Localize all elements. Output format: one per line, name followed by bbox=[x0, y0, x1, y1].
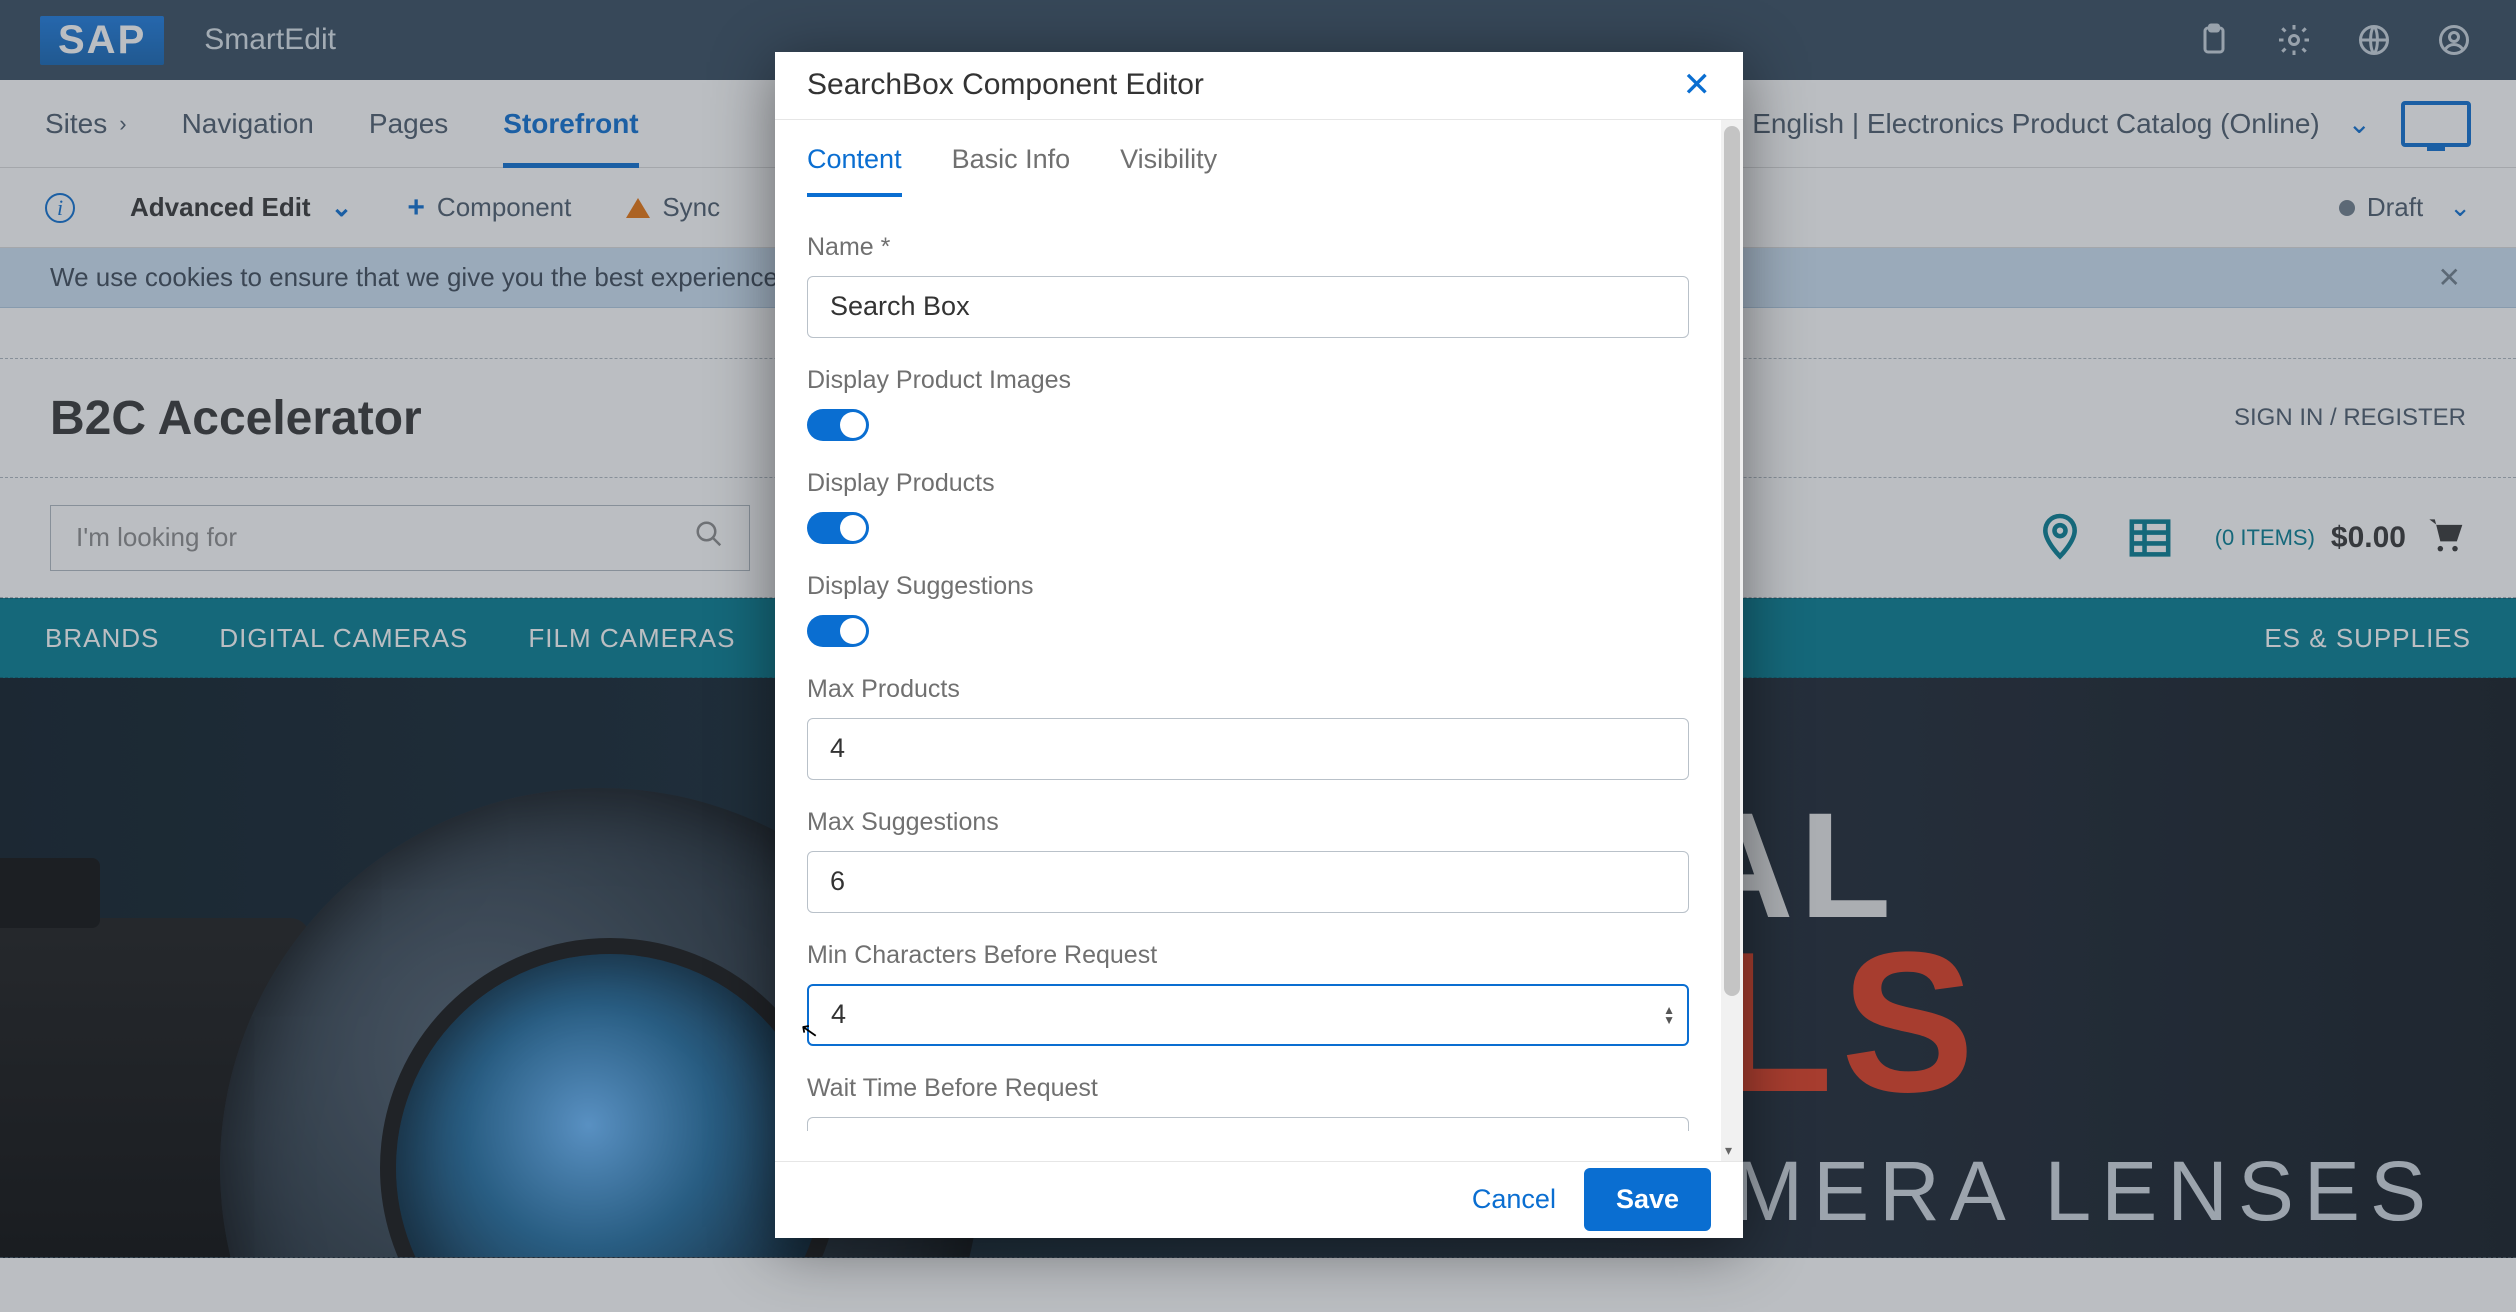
close-icon[interactable]: ✕ bbox=[1683, 65, 1712, 105]
scroll-down-icon[interactable]: ▾ bbox=[1725, 1142, 1732, 1159]
modal-title: SearchBox Component Editor bbox=[807, 68, 1683, 102]
display-products-toggle[interactable] bbox=[807, 512, 869, 544]
wait-time-label: Wait Time Before Request bbox=[807, 1074, 1689, 1103]
component-editor-modal: SearchBox Component Editor ✕ Content Bas… bbox=[775, 52, 1743, 1238]
max-suggestions-input[interactable] bbox=[807, 851, 1689, 913]
save-button[interactable]: Save bbox=[1584, 1168, 1711, 1231]
min-chars-label: Min Characters Before Request bbox=[807, 941, 1689, 970]
display-products-label: Display Products bbox=[807, 469, 1689, 498]
modal-footer: Cancel Save bbox=[775, 1161, 1743, 1238]
scroll-thumb[interactable] bbox=[1724, 126, 1740, 996]
display-images-label: Display Product Images bbox=[807, 366, 1689, 395]
display-suggestions-toggle[interactable] bbox=[807, 615, 869, 647]
modal-scrollbar[interactable]: ▴ ▾ bbox=[1721, 120, 1743, 1161]
max-products-input[interactable] bbox=[807, 718, 1689, 780]
max-suggestions-label: Max Suggestions bbox=[807, 808, 1689, 837]
display-images-toggle[interactable] bbox=[807, 409, 869, 441]
name-input[interactable] bbox=[807, 276, 1689, 338]
modal-body: Content Basic Info Visibility Name * Dis… bbox=[775, 120, 1721, 1161]
name-label: Name * bbox=[807, 233, 1689, 262]
tab-basic-info[interactable]: Basic Info bbox=[952, 144, 1071, 197]
display-suggestions-label: Display Suggestions bbox=[807, 572, 1689, 601]
modal-header: SearchBox Component Editor ✕ bbox=[775, 52, 1743, 120]
modal-tabs: Content Basic Info Visibility bbox=[807, 120, 1689, 197]
tab-content[interactable]: Content bbox=[807, 144, 902, 197]
cancel-button[interactable]: Cancel bbox=[1472, 1184, 1556, 1215]
max-products-label: Max Products bbox=[807, 675, 1689, 704]
min-chars-input[interactable] bbox=[807, 984, 1689, 1046]
tab-visibility[interactable]: Visibility bbox=[1120, 144, 1217, 197]
stepper-arrows-icon[interactable]: ▲▼ bbox=[1663, 1005, 1675, 1025]
